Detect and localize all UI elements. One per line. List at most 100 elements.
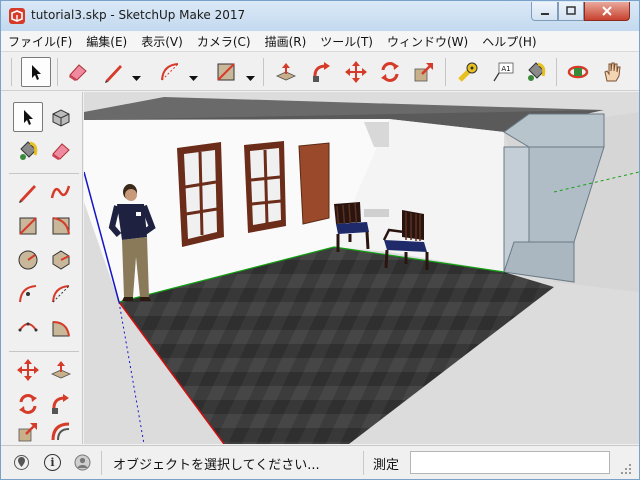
text-tool-caption: A1 xyxy=(501,65,510,73)
orbit-icon xyxy=(567,65,589,79)
sketchup-logo-icon xyxy=(9,8,25,24)
window-left xyxy=(177,142,224,247)
select-tool-button[interactable] xyxy=(21,57,51,87)
freehand-icon xyxy=(50,185,71,199)
arc-3pt-button[interactable] xyxy=(13,313,43,343)
rectangle-button-left[interactable] xyxy=(13,211,43,241)
menu-window[interactable]: ウィンドウ(W) xyxy=(380,31,475,51)
user-button[interactable] xyxy=(74,454,91,471)
rotated-rectangle-button[interactable] xyxy=(46,211,76,241)
close-button[interactable] xyxy=(584,2,630,21)
menu-edit[interactable]: 編集(E) xyxy=(79,31,134,51)
tape-measure-icon xyxy=(458,62,478,82)
status-hint: オブジェクトを選択してください... xyxy=(113,458,320,473)
eraser-tool-button[interactable] xyxy=(63,57,93,87)
tape-measure-tool-button[interactable] xyxy=(453,57,483,87)
push-pull-button-left[interactable] xyxy=(46,355,76,385)
push-pull-tool-button[interactable] xyxy=(271,57,301,87)
arc-tool-button[interactable] xyxy=(155,57,185,87)
arc-dropdown[interactable] xyxy=(189,68,198,81)
follow-me-icon xyxy=(52,394,69,414)
minimize-button[interactable] xyxy=(531,2,558,21)
measurements-label: 測定 xyxy=(373,458,400,473)
text-tool-button[interactable]: A1 xyxy=(487,57,517,87)
measurements-input[interactable] xyxy=(410,451,610,474)
pie-button[interactable] xyxy=(46,313,76,343)
circle-button[interactable] xyxy=(13,245,43,275)
eraser-icon xyxy=(69,64,87,81)
push-pull-icon xyxy=(51,361,71,379)
dropdown-arrow-icon xyxy=(246,76,255,81)
rectangle-icon xyxy=(217,63,235,81)
rotate-icon xyxy=(381,62,399,82)
arc-2pt-button[interactable] xyxy=(46,279,76,309)
orbit-tool-button[interactable] xyxy=(563,57,593,87)
status-separator xyxy=(101,451,102,475)
arc-button-left[interactable] xyxy=(13,279,43,309)
move-icon xyxy=(17,359,39,381)
scale-icon xyxy=(18,423,37,442)
menu-help[interactable]: ヘルプ(H) xyxy=(475,31,543,51)
toolbar-grip xyxy=(11,58,12,86)
arc-icon xyxy=(161,63,179,81)
status-bar: i オブジェクトを選択してください... 測定 xyxy=(1,445,639,479)
pan-tool-button[interactable] xyxy=(597,57,627,87)
large-tool-set xyxy=(1,92,83,444)
paint-bucket-button-left[interactable] xyxy=(13,136,43,166)
freehand-button[interactable] xyxy=(46,177,76,207)
text-label-icon: A1 xyxy=(493,62,514,82)
offset-button[interactable] xyxy=(46,421,76,443)
menu-draw[interactable]: 描画(R) xyxy=(258,31,314,51)
scale-button-left[interactable] xyxy=(13,421,43,443)
eraser-button-left[interactable] xyxy=(46,136,76,166)
menu-camera[interactable]: カメラ(C) xyxy=(190,31,258,51)
select-tool-button-left[interactable] xyxy=(13,102,43,132)
info-button[interactable]: i xyxy=(44,454,61,471)
status-separator xyxy=(363,451,364,475)
dropdown-arrow-icon xyxy=(189,76,198,81)
line-button-left[interactable] xyxy=(13,177,43,207)
select-arrow-icon xyxy=(32,65,41,80)
line-tool-button[interactable] xyxy=(99,57,129,87)
rectangle-tool-button[interactable] xyxy=(211,57,241,87)
menu-file[interactable]: ファイル(F) xyxy=(1,31,79,51)
move-button-left[interactable] xyxy=(13,355,43,385)
scale-tool-button[interactable] xyxy=(409,57,439,87)
rotate-button-left[interactable] xyxy=(13,389,43,419)
paint-bucket-tool-button[interactable] xyxy=(521,57,551,87)
rotate-tool-button[interactable] xyxy=(375,57,405,87)
model-scene[interactable] xyxy=(84,92,639,444)
menu-bar: ファイル(F) 編集(E) 表示(V) カメラ(C) 描画(R) ツール(T) … xyxy=(1,31,639,51)
toolbar-separator xyxy=(556,58,557,86)
maximize-icon xyxy=(566,6,576,15)
menu-view[interactable]: 表示(V) xyxy=(134,31,190,51)
push-pull-icon xyxy=(276,63,296,81)
follow-me-button-left[interactable] xyxy=(46,389,76,419)
user-account-icon xyxy=(74,454,91,471)
rectangle-dropdown[interactable] xyxy=(246,68,255,81)
toolbar-separator xyxy=(263,58,264,86)
polygon-button[interactable] xyxy=(46,245,76,275)
menu-tools[interactable]: ツール(T) xyxy=(313,31,380,51)
rotated-rectangle-icon xyxy=(52,217,70,235)
scale-icon xyxy=(414,63,433,82)
follow-me-icon xyxy=(313,62,330,82)
make-component-button[interactable] xyxy=(46,102,76,132)
3d-viewport[interactable] xyxy=(84,92,639,444)
two-point-arc-icon xyxy=(52,285,70,303)
line-dropdown[interactable] xyxy=(132,68,141,81)
maximize-button[interactable] xyxy=(558,2,584,21)
move-tool-button[interactable] xyxy=(341,57,371,87)
wall-door-panel xyxy=(298,142,330,225)
sketchup-window: tutorial3.skp - SketchUp Make 2017 ファイル(… xyxy=(0,0,640,480)
paint-bucket-icon xyxy=(20,141,38,160)
eraser-icon xyxy=(52,143,70,160)
dropdown-arrow-icon xyxy=(132,76,141,81)
minimize-icon xyxy=(540,13,549,15)
title-bar[interactable]: tutorial3.skp - SketchUp Make 2017 xyxy=(1,1,639,31)
follow-me-tool-button[interactable] xyxy=(307,57,337,87)
make-component-icon xyxy=(52,109,70,127)
geo-location-button[interactable] xyxy=(13,454,30,471)
resize-grip-icon[interactable] xyxy=(617,460,633,476)
move-icon xyxy=(345,61,367,83)
